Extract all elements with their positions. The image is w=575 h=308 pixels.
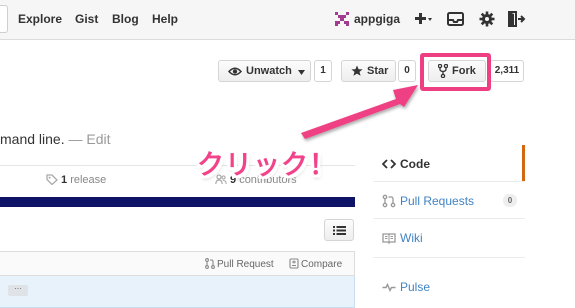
pull-request-link[interactable]: Pull Request xyxy=(205,258,274,270)
plus-icon[interactable] xyxy=(413,10,433,28)
click-callout: クリック！ xyxy=(197,150,337,181)
releases-label: release xyxy=(70,174,107,186)
description-separator: — xyxy=(64,131,87,147)
sidebar-item-wiki[interactable]: Wiki xyxy=(373,219,525,255)
nav-help[interactable]: Help xyxy=(152,12,178,26)
sidebar-item-pulse[interactable]: Pulse xyxy=(373,268,525,304)
expand-commit-button[interactable]: ··· xyxy=(8,285,28,296)
watch-count[interactable]: 1 xyxy=(314,60,332,82)
releases-count: 1 xyxy=(61,174,68,186)
sidebar-item-pull-requests[interactable]: Pull Requests 0 xyxy=(373,182,525,218)
chevron-down-icon xyxy=(298,70,305,75)
compare-link[interactable]: Compare xyxy=(289,258,342,270)
star-label: Star xyxy=(367,65,389,77)
nav-gist[interactable]: Gist xyxy=(75,12,98,26)
eye-icon xyxy=(228,67,242,76)
repo-sidebar: Code Pull Requests 0 Wiki Pulse xyxy=(373,145,525,308)
gear-icon[interactable] xyxy=(477,10,497,28)
sidebar-item-label: Pull Requests xyxy=(400,194,475,208)
nav-explore[interactable]: Explore xyxy=(18,12,62,26)
sidebar-item-code[interactable]: Code xyxy=(373,145,525,181)
file-navigation-header: Pull Request Compare xyxy=(0,251,355,276)
star-count[interactable]: 0 xyxy=(398,60,416,82)
pulse-icon xyxy=(382,282,396,293)
sidebar-item-label: Wiki xyxy=(400,231,423,245)
repo-description: mand line. — Edit xyxy=(0,131,111,147)
compare-label: Compare xyxy=(301,259,343,270)
pull-request-icon xyxy=(205,258,215,269)
description-edit-link[interactable]: Edit xyxy=(86,131,110,147)
releases-link[interactable]: 1 release xyxy=(46,174,106,186)
list-icon xyxy=(333,226,346,235)
search-input[interactable] xyxy=(0,5,8,33)
latest-commit-row: ··· xyxy=(0,276,355,308)
site-header: Explore Gist Blog Help appgiga xyxy=(0,0,575,40)
sign-out-icon[interactable] xyxy=(506,10,526,28)
code-icon xyxy=(382,159,396,169)
pull-request-icon xyxy=(382,194,396,208)
compare-icon xyxy=(289,258,299,269)
star-icon xyxy=(351,65,363,76)
description-text: mand line. xyxy=(0,131,65,147)
star-button[interactable]: Star xyxy=(341,60,396,82)
fork-highlight-box xyxy=(420,53,491,91)
inbox-icon[interactable] xyxy=(446,10,466,28)
unwatch-label: Unwatch xyxy=(246,65,292,77)
book-icon xyxy=(382,233,396,245)
sidebar-divider xyxy=(373,257,525,258)
nav-blog[interactable]: Blog xyxy=(112,12,139,26)
pull-request-label: Pull Request xyxy=(217,259,274,270)
pull-requests-count-badge: 0 xyxy=(503,194,517,207)
sidebar-item-label: Code xyxy=(400,157,430,171)
sidebar-item-label: Pulse xyxy=(400,280,431,294)
language-bar[interactable] xyxy=(0,197,355,207)
fork-count[interactable]: 2,311 xyxy=(490,60,524,82)
username: appgiga xyxy=(354,12,401,26)
tag-icon xyxy=(46,174,58,185)
list-view-button[interactable] xyxy=(324,219,354,241)
avatar xyxy=(335,12,349,26)
unwatch-button[interactable]: Unwatch xyxy=(218,60,311,82)
